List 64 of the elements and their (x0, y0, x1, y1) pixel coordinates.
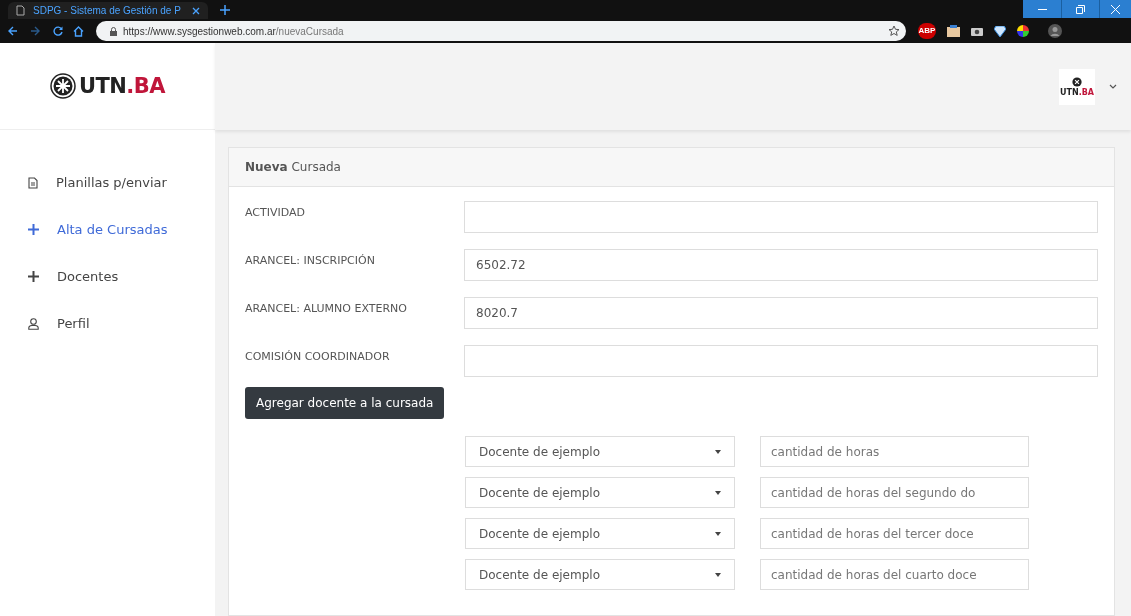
close-button[interactable] (1099, 0, 1131, 18)
add-teacher-button[interactable]: Agregar docente a la cursada (245, 387, 445, 419)
close-icon[interactable] (192, 6, 200, 15)
color-wheel-icon[interactable] (1017, 25, 1029, 37)
sidebar-item[interactable]: Alta de Cursadas (0, 207, 215, 252)
user-avatar[interactable]: UTN.BA (1059, 68, 1095, 105)
avatar-text: UTN.BA (1060, 88, 1094, 97)
logo-icon (1072, 76, 1082, 87)
reload-icon[interactable] (53, 26, 63, 36)
teacher-select[interactable]: Docente de ejemplo (465, 477, 735, 508)
sidebar-item[interactable]: Planillas p/enviar (0, 160, 215, 205)
user-icon (28, 317, 39, 330)
teacher-select[interactable]: Docente de ejemplo (465, 436, 735, 467)
lock-icon (110, 26, 117, 36)
teacher-select[interactable]: Docente de ejemplo (465, 559, 735, 590)
dropdown-arrow-icon (715, 531, 721, 536)
field-label: ACTIVIDAD (245, 205, 307, 221)
browser-tab[interactable]: SDPG - Sistema de Gestión de P (8, 2, 208, 19)
logo-icon (49, 73, 76, 99)
plus-icon (28, 271, 39, 282)
minimize-icon (1037, 8, 1047, 10)
restore-icon (1076, 4, 1085, 14)
document-icon (16, 5, 25, 16)
select-value: Docente de ejemplo (479, 525, 600, 543)
dropdown-arrow-icon (715, 572, 721, 577)
plus-icon (28, 224, 39, 235)
camera-icon[interactable] (971, 26, 983, 36)
face-box-icon[interactable] (947, 25, 960, 37)
dropdown-arrow-icon (715, 449, 721, 454)
url-text: https://www.sysgestionweb.com.ar/nuevaCursada (123, 24, 344, 39)
dropdown-arrow-icon (715, 490, 721, 495)
field-label: COMISIÓN COORDINADOR (245, 349, 391, 365)
tab-title: SDPG - Sistema de Gestión de P (33, 4, 182, 18)
document-icon (28, 176, 38, 189)
hours-field[interactable]: cantidad de horas del tercer doce (760, 518, 1029, 549)
avatar-icon[interactable] (1048, 24, 1062, 38)
teacher-select[interactable]: Docente de ejemplo (465, 518, 735, 549)
field-label: ARANCEL: ALUMNO EXTERNO (245, 301, 408, 317)
forward-icon[interactable] (30, 26, 40, 36)
address-bar[interactable]: https://www.sysgestionweb.com.ar/nuevaCursada (96, 21, 906, 41)
home-icon[interactable] (73, 25, 84, 37)
field-label: ARANCEL: INSCRIPCIÓN (245, 253, 376, 269)
close-icon (1111, 4, 1120, 14)
hours-field[interactable]: cantidad de horas del cuarto doce (760, 559, 1029, 590)
input-field[interactable] (464, 345, 1098, 377)
hours-field[interactable]: cantidad de horas (760, 436, 1029, 467)
select-value: Docente de ejemplo (479, 484, 600, 502)
hours-field[interactable]: cantidad de horas del segundo do (760, 477, 1029, 508)
back-icon[interactable] (8, 26, 18, 36)
input-field[interactable] (464, 201, 1098, 233)
extension-badge[interactable]: ABP (918, 23, 936, 39)
new-tab-icon[interactable] (220, 5, 230, 15)
input-field[interactable]: 8020.7 (464, 297, 1098, 329)
select-value: Docente de ejemplo (479, 443, 600, 461)
sidebar-item[interactable]: Docentes (0, 254, 215, 299)
select-value: Docente de ejemplo (479, 566, 600, 584)
card-title: Nueva Cursada (245, 159, 341, 176)
input-field[interactable]: 6502.72 (464, 249, 1098, 281)
restore-button[interactable] (1061, 0, 1099, 18)
gem-icon[interactable] (994, 25, 1006, 37)
chevron-down-icon[interactable] (1109, 84, 1117, 89)
logo-text: UTN.BA (78, 75, 166, 97)
star-icon[interactable] (888, 25, 900, 37)
sidebar-item[interactable]: Perfil (0, 301, 215, 346)
